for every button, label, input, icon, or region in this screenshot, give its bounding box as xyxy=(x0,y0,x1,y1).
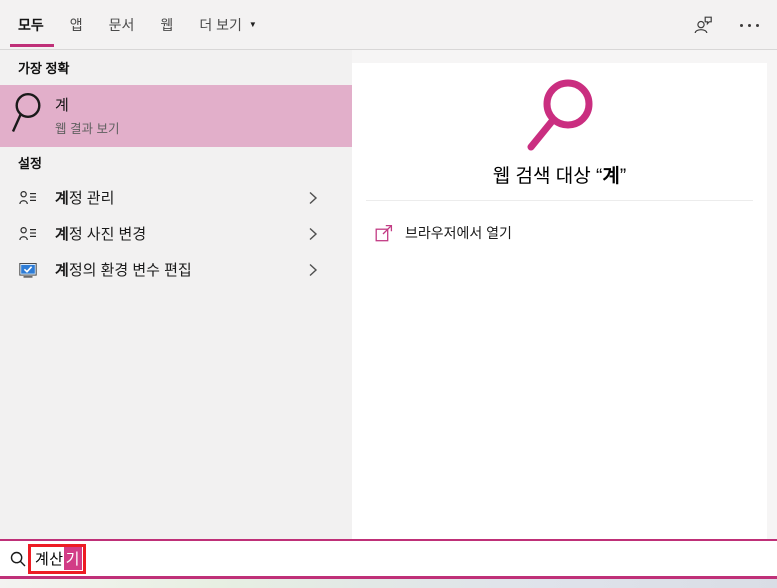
best-match-title: 계 xyxy=(55,96,69,114)
feedback-icon[interactable] xyxy=(689,11,717,39)
tab-documents[interactable]: 문서 xyxy=(109,0,135,50)
monitor-check-icon xyxy=(19,262,37,278)
results-panel: 가장 정확 계 웹 결과 보기 설정 계정 관리 계정 사진 변경 계정의 환경… xyxy=(0,50,352,539)
tab-bar: 모두 앱 문서 웹 더 보기 ▼ xyxy=(0,0,777,50)
windows-search-window: 모두 앱 문서 웹 더 보기 ▼ 가장 정확 계 웹 결과 보기 설정 계정 관… xyxy=(0,0,777,588)
search-bar: 계산 기 xyxy=(0,539,777,579)
chevron-right-icon xyxy=(308,262,318,278)
desktop-strip xyxy=(0,579,777,588)
settings-item-change-picture[interactable]: 계정 사진 변경 xyxy=(0,216,352,251)
tab-all[interactable]: 모두 xyxy=(10,0,54,50)
settings-item-label: 계정의 환경 변수 편집 xyxy=(55,262,192,279)
best-match-header: 가장 정확 xyxy=(18,61,70,76)
account-icon xyxy=(19,190,37,205)
divider xyxy=(366,200,753,201)
account-icon xyxy=(19,226,37,241)
settings-item-edit-env-vars[interactable]: 계정의 환경 변수 편집 xyxy=(0,252,352,287)
chevron-down-icon: ▼ xyxy=(248,20,257,29)
content-area: 가장 정확 계 웹 결과 보기 설정 계정 관리 계정 사진 변경 계정의 환경… xyxy=(0,50,777,539)
ellipsis-icon[interactable] xyxy=(735,11,763,39)
annotation-box: 계산 기 xyxy=(28,543,86,574)
web-preview-panel: 웹 검색 대상 “계” 브라우저에서 열기 xyxy=(352,63,767,539)
search-input[interactable]: 계산 기 xyxy=(28,541,773,576)
web-search-heading: 웹 검색 대상 “계” xyxy=(492,166,627,187)
typed-text: 계산 xyxy=(35,551,64,568)
ime-selected-text: 기 xyxy=(63,547,82,570)
settings-item-label: 계정 관리 xyxy=(55,190,115,207)
open-in-browser-item[interactable]: 브라우저에서 열기 xyxy=(352,218,767,248)
settings-item-manage-accounts[interactable]: 계정 관리 xyxy=(0,180,352,215)
search-icon xyxy=(10,551,26,567)
tab-web[interactable]: 웹 xyxy=(160,0,173,50)
tab-more-label: 더 보기 xyxy=(199,16,242,33)
tab-apps[interactable]: 앱 xyxy=(70,0,83,50)
open-in-browser-label: 브라우저에서 열기 xyxy=(405,225,512,241)
settings-header: 설정 xyxy=(18,156,42,171)
search-result-icon xyxy=(10,92,46,136)
best-match-item[interactable]: 계 웹 결과 보기 xyxy=(0,85,352,147)
tab-more[interactable]: 더 보기 ▼ xyxy=(199,0,256,50)
open-external-icon xyxy=(375,224,393,242)
best-match-subtitle: 웹 결과 보기 xyxy=(55,121,120,136)
chevron-right-icon xyxy=(308,190,318,206)
settings-item-label: 계정 사진 변경 xyxy=(55,226,147,243)
chevron-right-icon xyxy=(308,226,318,242)
web-search-icon xyxy=(524,76,604,156)
